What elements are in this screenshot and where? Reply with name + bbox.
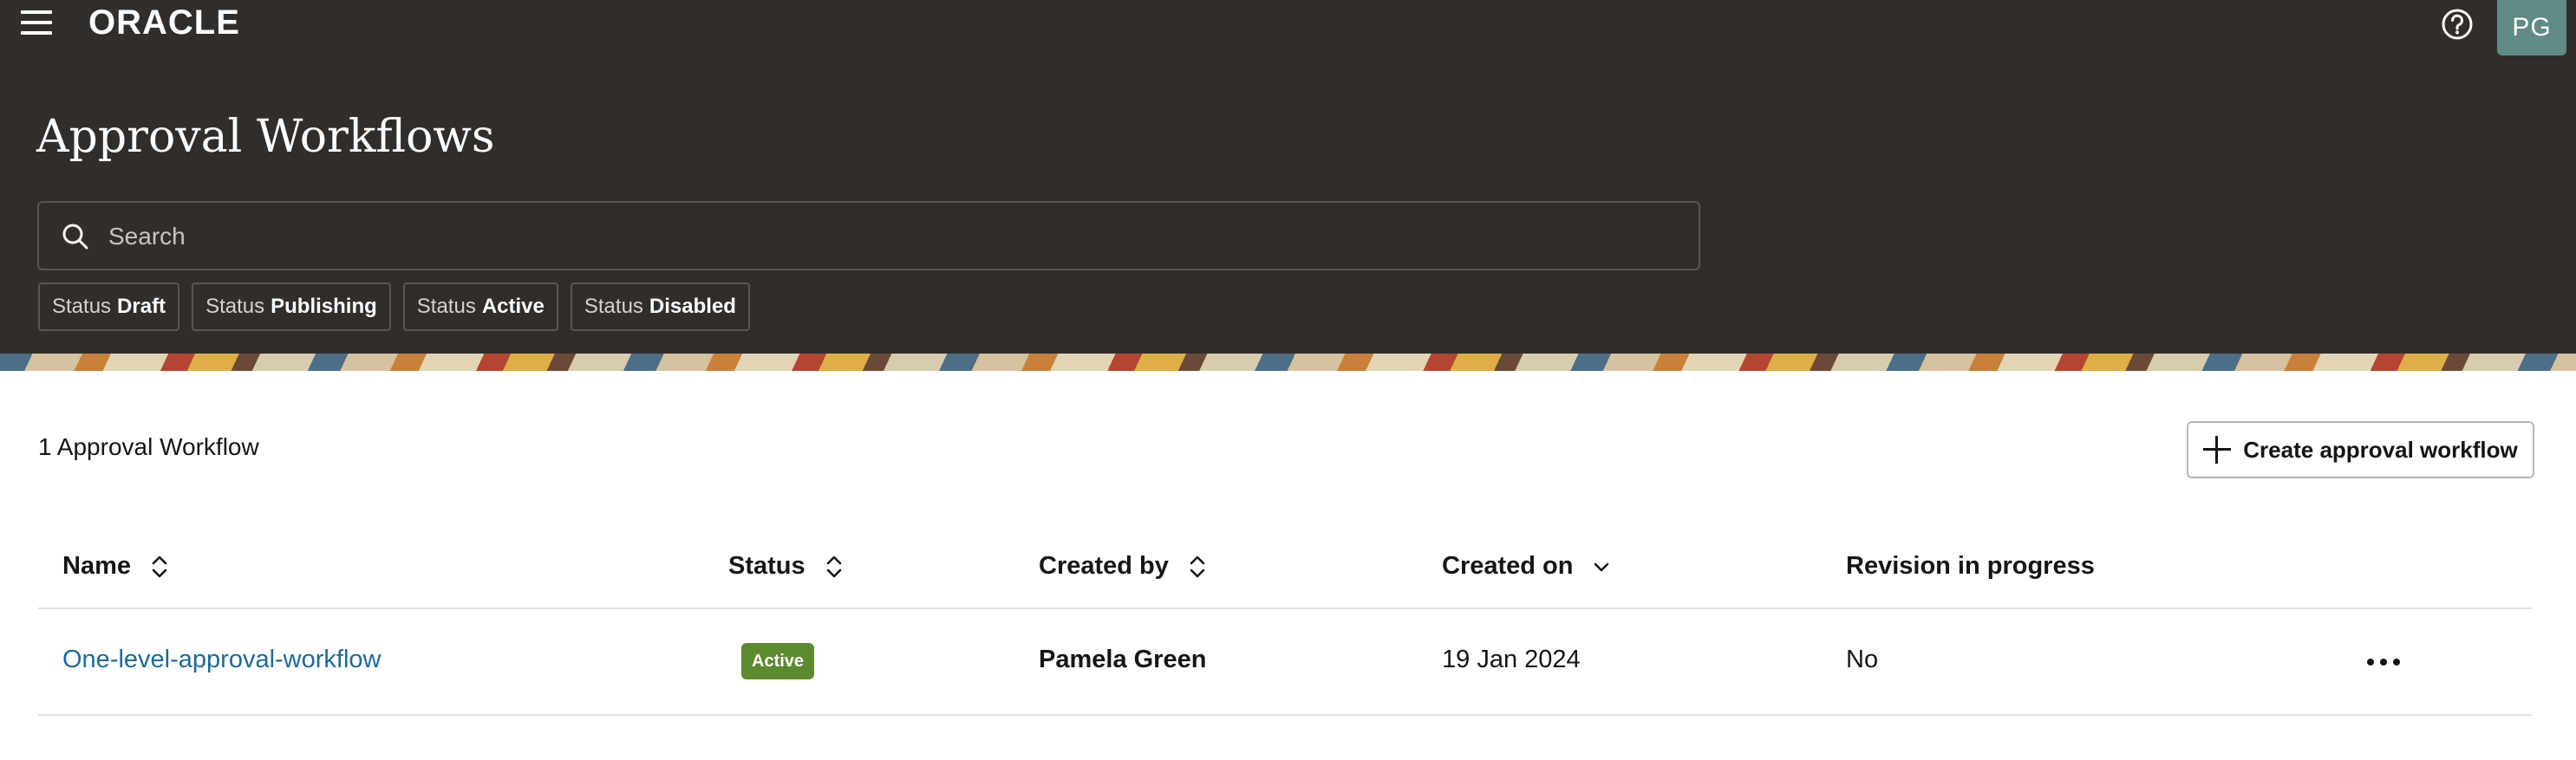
user-avatar[interactable]: PG (2497, 0, 2566, 55)
column-header-created-by[interactable]: Created by (1039, 552, 1209, 581)
column-header-created-on[interactable]: Created on (1442, 552, 1613, 581)
revision-cell: No (1846, 646, 1879, 673)
oracle-logo: ORACLE (88, 3, 240, 40)
filter-chip-label: Status (416, 295, 476, 318)
filter-chip-value: Disabled (649, 295, 736, 318)
column-header-status[interactable]: Status (728, 552, 845, 581)
create-button-label: Create approval workflow (2243, 436, 2518, 463)
status-badge: Active (741, 643, 815, 679)
page-title: Approval Workflows (36, 111, 495, 163)
column-header-label: Revision in progress (1846, 552, 2095, 580)
sort-icon[interactable] (823, 553, 845, 581)
hamburger-menu-icon[interactable] (19, 7, 54, 38)
create-approval-workflow-button[interactable]: Create approval workflow (2187, 421, 2534, 478)
plus-icon (2203, 436, 2232, 464)
search-input[interactable] (107, 203, 1671, 270)
search-icon (62, 224, 88, 250)
filter-chip-value: Publishing (271, 295, 377, 318)
sort-icon[interactable] (1186, 553, 1209, 581)
column-header-label: Name (62, 552, 131, 580)
created-on-cell: 19 Jan 2024 (1442, 646, 1581, 673)
help-icon[interactable] (2440, 7, 2475, 42)
column-header-name[interactable]: Name (62, 552, 171, 581)
filter-chip-label: Status (205, 295, 265, 318)
created-by-cell: Pamela Green (1039, 646, 1207, 673)
column-header-label: Status (728, 552, 805, 580)
filter-chip-label: Status (584, 295, 643, 318)
search-box[interactable] (37, 201, 1700, 270)
filter-chip-publishing[interactable]: Status Publishing (192, 283, 391, 331)
column-header-label: Created on (1442, 552, 1574, 580)
filter-chip-value: Draft (117, 295, 166, 318)
more-actions-icon[interactable] (2362, 645, 2405, 679)
sort-icon[interactable] (148, 553, 171, 581)
filter-chip-value: Active (481, 295, 545, 318)
workflow-count: 1 Approval Workflow (38, 433, 259, 460)
filter-chip-disabled[interactable]: Status Disabled (570, 283, 750, 331)
svg-text:ORACLE: ORACLE (88, 3, 240, 40)
filter-chip-draft[interactable]: Status Draft (38, 283, 180, 331)
decorative-banner (0, 354, 2576, 371)
status-filter-chips: Status Draft Status Publishing Status Ac… (38, 283, 750, 331)
table-header-divider (38, 607, 2532, 609)
sort-descending-icon[interactable] (1590, 553, 1613, 581)
page-header: ORACLE PG Approval Workflows Status Draf… (0, 0, 2576, 354)
workflow-name-link[interactable]: One-level-approval-workflow (62, 646, 381, 674)
column-header-label: Created by (1039, 552, 1169, 580)
column-header-revision: Revision in progress (1846, 552, 2095, 581)
filter-chip-label: Status (52, 295, 112, 318)
table-row-divider (38, 714, 2532, 716)
filter-chip-active[interactable]: Status Active (402, 283, 558, 331)
